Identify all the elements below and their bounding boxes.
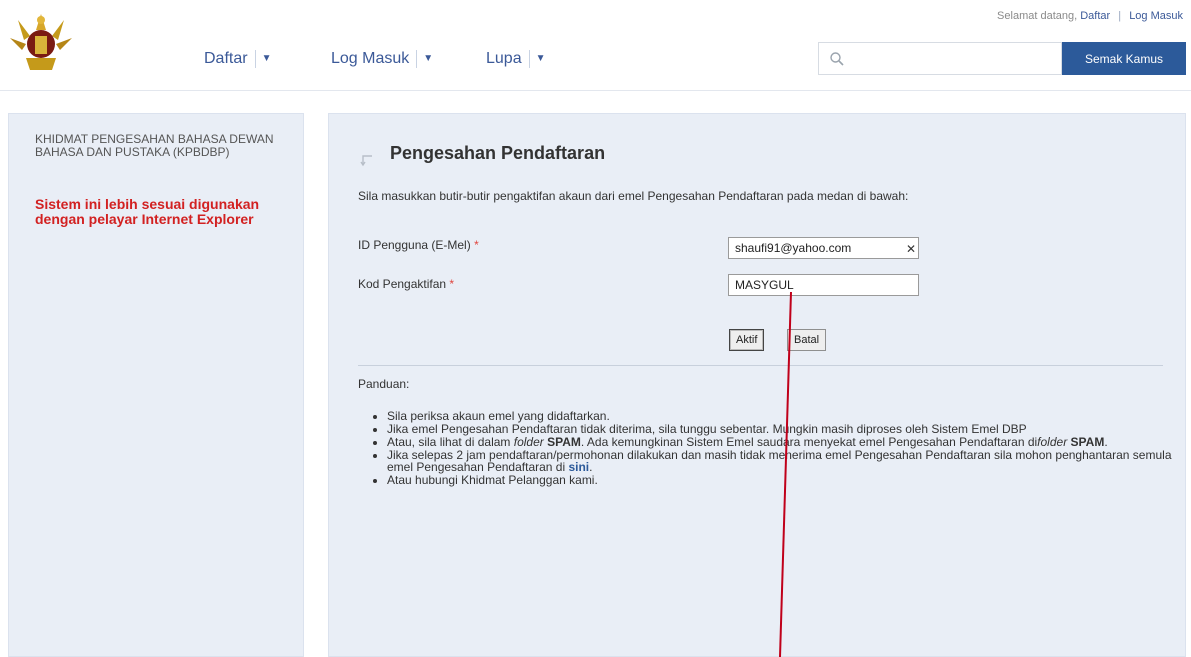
list-item: Sila periksa akaun emel yang didaftarkan… [387,410,1187,422]
nav-daftar[interactable]: Daftar ▼ [204,50,271,68]
welcome-bar: Selamat datang, Daftar | Log Masuk [997,10,1183,22]
sidebar-browser-note: Sistem ini lebih sesuai digunakan dengan… [35,196,260,227]
sidebar: KHIDMAT PENGESAHAN BAHASA DEWAN BAHASA D… [8,113,304,657]
list-item-em: folder [513,435,544,449]
list-item: Atau hubungi Khidmat Pelanggan kami. [387,474,1187,486]
nav-lupa[interactable]: Lupa ▼ [486,50,546,68]
list-item: Atau, sila lihat di dalam folder SPAM. A… [387,436,1187,448]
search-box[interactable] [818,42,1062,75]
chevron-down-icon[interactable]: ▼ [254,50,271,68]
guide-list: Sila periksa akaun emel yang didaftarkan… [367,410,1187,487]
chevron-down-icon[interactable]: ▼ [528,50,546,68]
list-item-text: . [589,460,593,474]
required-marker: * [449,277,455,291]
welcome-login-link[interactable]: Log Masuk [1129,10,1183,22]
activation-code-field[interactable]: MASYGUL [728,274,919,296]
form-intro: Sila masukkan butir-butir pengaktifan ak… [358,189,909,203]
main-panel: Pengesahan Pendaftaran Sila masukkan but… [328,113,1186,657]
welcome-text: Selamat datang, [997,10,1078,22]
guide-title: Panduan: [358,377,410,391]
clear-icon[interactable]: ✕ [906,242,916,256]
search-icon [830,52,844,66]
list-item-text: Atau, sila lihat di dalam [387,435,514,449]
list-item: Jika emel Pengesahan Pendaftaran tidak d… [387,423,1187,435]
code-label-text: Kod Pengaktifan [358,277,447,291]
resend-link[interactable]: sini [568,460,589,474]
cancel-button[interactable]: Batal [787,329,827,351]
section-divider [358,365,1163,366]
user-id-label: ID Pengguna (E-Mel) * [358,238,479,252]
welcome-separator: | [1118,10,1122,22]
list-item: Jika selepas 2 jam pendaftaran/permohona… [387,449,1187,473]
page-title: Pengesahan Pendaftaran [390,143,606,163]
activate-button[interactable]: Aktif [729,329,765,351]
semak-kamus-button[interactable]: Semak Kamus [1062,42,1186,75]
list-item-bold: SPAM [1067,435,1105,449]
list-item-em: folder [1037,435,1068,449]
sidebar-org-name: KHIDMAT PENGESAHAN BAHASA DEWAN BAHASA D… [35,132,274,159]
list-item-text: . Ada kemungkinan Sistem Emel saudara me… [580,435,1038,449]
nav-log-masuk[interactable]: Log Masuk ▼ [331,50,433,68]
required-marker: * [474,238,479,252]
user-id-label-text: ID Pengguna (E-Mel) [358,238,471,252]
nav-log-masuk-label[interactable]: Log Masuk [331,50,409,68]
header-divider [0,90,1191,91]
header: Selamat datang, Daftar | Log Masuk Dafta… [0,0,1191,92]
chevron-down-icon[interactable]: ▼ [416,50,433,68]
list-item-text: Jika selepas 2 jam pendaftaran/permohona… [387,448,1172,474]
list-item-text: . [1104,435,1108,449]
welcome-register-link[interactable]: Daftar [1080,10,1110,22]
logo-emblem[interactable] [6,8,76,76]
code-label: Kod Pengaktifan * [358,277,454,291]
list-item-bold: SPAM [543,435,581,449]
title-arrow-icon [360,155,372,167]
nav-lupa-label[interactable]: Lupa [486,50,522,68]
nav-daftar-label[interactable]: Daftar [204,50,248,68]
user-id-field[interactable]: shaufi91@yahoo.com [728,237,919,259]
